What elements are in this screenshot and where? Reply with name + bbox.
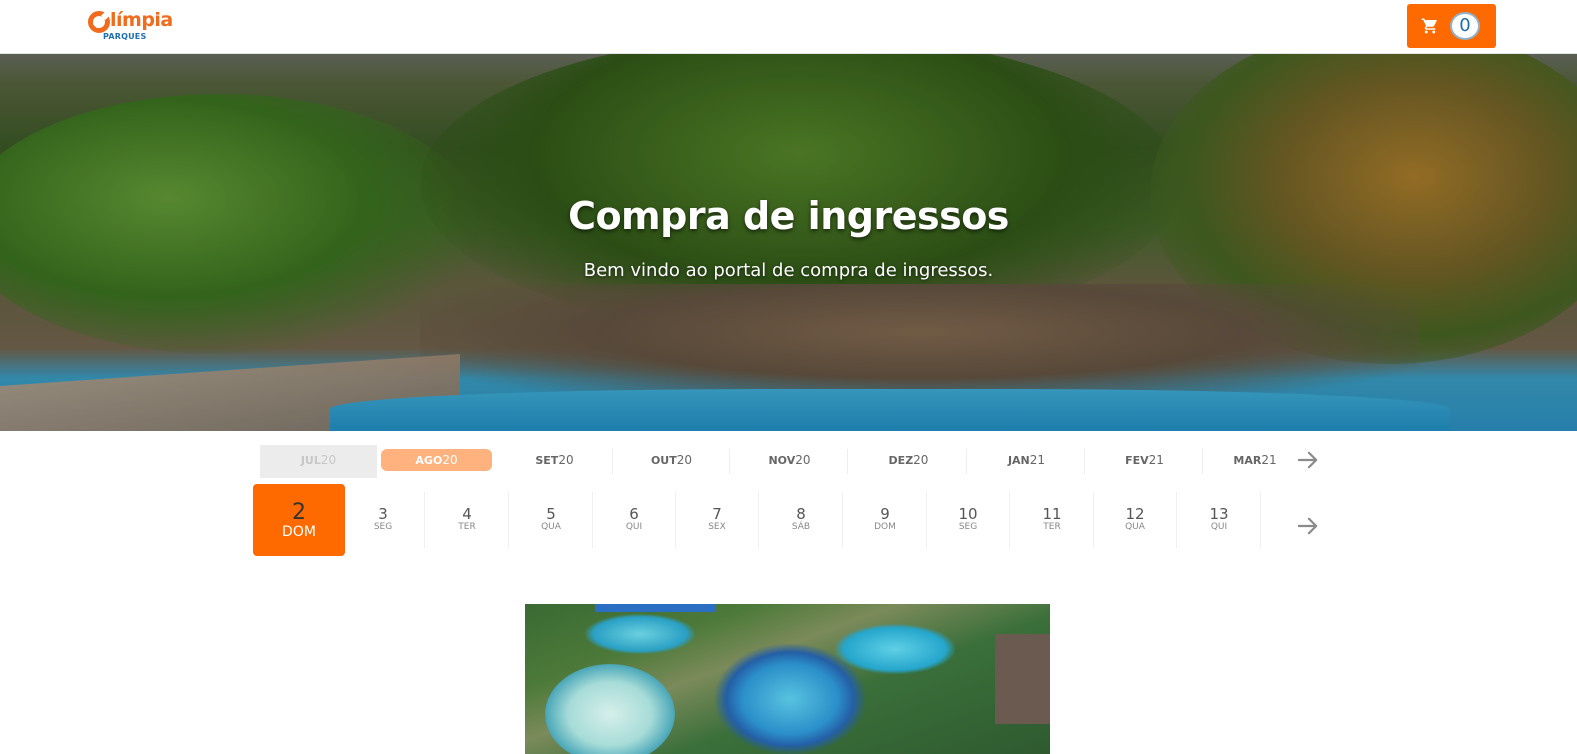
day-number: 7 [712,505,722,523]
day-item[interactable]: 4 TER [425,484,509,556]
park-image-building [995,634,1050,724]
month-tab-out20[interactable]: OUT20 [613,445,730,478]
day-selector: 2 DOM 3 SEG 4 TER 5 QUA 6 QUI 7 SEX 8 SÁ… [253,484,1293,556]
day-number: 3 [378,505,388,523]
month-abbr: NOV [768,454,796,467]
day-item[interactable]: 9 DOM [843,484,927,556]
month-abbr: OUT [650,454,677,467]
day-item[interactable]: 8 SÁB [759,484,843,556]
day-number: 12 [1125,505,1145,523]
cart-count-badge: 0 [1450,12,1480,40]
month-divider [1084,449,1085,474]
month-tab-mar21[interactable]: MAR21 [1205,445,1305,478]
month-divider [966,449,967,474]
park-image-pool [545,664,675,754]
logo-brand-word: límpia [110,9,173,31]
day-number: 2 [292,500,306,525]
month-abbr: SET [535,454,559,467]
day-number: 10 [958,505,978,523]
day-weekday: SÁB [791,522,811,532]
logo-brand-sub: PARQUES [103,32,147,41]
day-weekday: SEG [373,522,393,532]
day-number: 4 [462,505,472,523]
days-next-arrow-icon[interactable] [1297,516,1319,536]
day-weekday: TER [1043,522,1061,532]
month-divider [729,449,730,474]
day-weekday: SEX [708,522,726,532]
day-divider [1260,492,1261,548]
day-weekday: DOM [874,522,896,532]
park-image-pool [585,614,695,654]
day-item[interactable]: 7 SEX [675,484,759,556]
hero-banner: Compra de ingressos Bem vindo ao portal … [0,54,1577,431]
month-year: 20 [558,453,574,467]
month-divider [847,449,848,474]
month-abbr: DEZ [888,454,914,467]
month-abbr: JUL [300,454,321,467]
month-year: 20 [676,453,693,467]
cart-icon [1421,18,1437,34]
month-tab-ago20[interactable]: AGO20 [381,449,492,471]
month-tab-jul20: JUL20 [260,445,377,478]
month-year: 20 [320,453,337,467]
month-year: 21 [1148,453,1164,467]
month-divider [1202,449,1203,474]
hero-subtitle: Bem vindo ao portal de compra de ingress… [583,260,994,281]
month-selector: JUL20 AGO20 SET20 OUT20 NOV20 DEZ20 JAN2… [260,445,1320,478]
day-number: 8 [796,505,806,523]
top-navbar: límpia PARQUES 0 [0,0,1577,54]
hero-overlay [0,54,1577,431]
month-tab-dez20[interactable]: DEZ20 [850,445,967,478]
day-number: 13 [1209,505,1229,523]
month-year: 20 [442,453,458,467]
month-tab-jan21[interactable]: JAN21 [968,445,1085,478]
day-number: 9 [880,505,890,523]
hero-title: Compra de ingressos [568,194,1009,238]
day-weekday: QUA [541,522,561,532]
month-abbr: MAR [1233,454,1262,467]
day-item[interactable]: 5 QUA [509,484,593,556]
day-weekday: DOM [282,524,316,540]
day-weekday: QUA [1125,522,1145,532]
months-next-arrow-icon[interactable] [1297,450,1319,470]
day-item[interactable]: 11 TER [1010,484,1094,556]
cart-button[interactable]: 0 [1407,4,1496,48]
month-tab-nov20[interactable]: NOV20 [731,445,848,478]
day-item[interactable]: 6 QUI [592,484,676,556]
lifebuoy-icon [88,11,110,33]
day-item-selected[interactable]: 2 DOM [253,484,345,556]
day-weekday: TER [458,522,476,532]
month-abbr: JAN [1007,454,1030,467]
day-item[interactable]: 12 QUA [1093,484,1177,556]
month-year: 20 [795,453,811,467]
month-year: 20 [913,453,929,467]
day-weekday: SEG [958,522,978,532]
month-year: 21 [1029,453,1046,467]
month-tab-fev21[interactable]: FEV21 [1086,445,1203,478]
day-number: 5 [546,505,556,523]
month-tab-set20[interactable]: SET20 [496,445,613,478]
park-aerial-image [525,604,1050,754]
day-number: 11 [1042,505,1062,523]
park-image-roof [595,604,715,612]
park-image-pool [835,624,955,674]
day-number: 6 [629,505,639,523]
month-abbr: FEV [1125,454,1149,467]
month-year: 21 [1261,453,1277,467]
day-weekday: QUI [1210,522,1228,532]
day-weekday: QUI [625,522,643,532]
day-item[interactable]: 10 SEG [926,484,1010,556]
day-item[interactable]: 13 QUI [1177,484,1261,556]
olimpia-parques-logo[interactable]: límpia PARQUES [88,8,178,44]
month-abbr: AGO [415,454,443,467]
day-item[interactable]: 3 SEG [341,484,425,556]
